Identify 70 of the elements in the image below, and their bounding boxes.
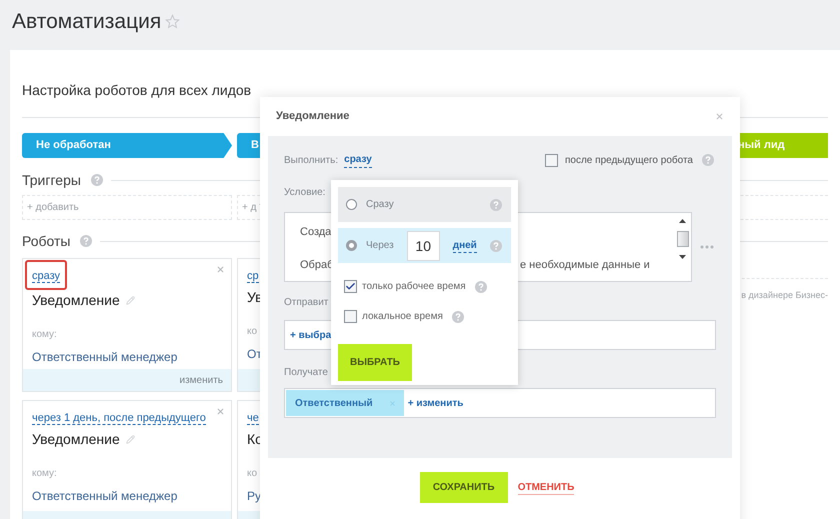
chip-label: Ответственный — [295, 396, 373, 410]
cancel-link[interactable]: ОТМЕНИТЬ — [518, 480, 574, 494]
panel-heading: Настройка роботов для всех лидов — [22, 81, 252, 100]
robot-title: Уведомление — [32, 291, 120, 310]
checkbox-label: после предыдущего робота — [565, 154, 693, 168]
robot-title: Уведомление — [32, 430, 120, 449]
help-icon[interactable] — [490, 198, 502, 210]
pencil-icon[interactable] — [126, 435, 135, 444]
help-icon[interactable] — [452, 310, 464, 322]
save-button[interactable]: СОХРАНИТЬ — [420, 472, 508, 503]
recipient-label: ко — [247, 467, 258, 481]
checkbox-label: локальное время — [362, 310, 443, 324]
help-icon[interactable] — [474, 280, 487, 292]
dialog-title: Уведомление — [276, 109, 350, 124]
page-title: Автоматизация — [12, 9, 162, 35]
down-arrow-icon[interactable] — [679, 255, 686, 259]
unit-link[interactable]: дней — [452, 238, 477, 252]
help-icon[interactable] — [490, 240, 502, 252]
field-label: Отправит — [284, 297, 330, 309]
more-icon[interactable] — [700, 245, 714, 249]
pencil-icon[interactable] — [126, 296, 135, 305]
field-label: Выполнить: — [284, 154, 338, 168]
delay-link[interactable]: сразу — [32, 270, 60, 283]
checkbox-label: только рабочее время — [362, 280, 466, 294]
amount-input[interactable]: 10 — [406, 230, 440, 260]
delay-link[interactable]: сразу — [344, 152, 372, 168]
recipient-label: кому: — [32, 467, 57, 481]
close-icon[interactable] — [216, 265, 225, 274]
section-title: Роботы — [22, 232, 70, 250]
delay-link[interactable]: ср — [247, 270, 259, 283]
close-icon[interactable] — [715, 112, 724, 121]
checkbox[interactable] — [545, 154, 558, 166]
radio-button[interactable] — [346, 199, 357, 210]
help-icon[interactable] — [90, 174, 103, 186]
check-icon — [345, 281, 356, 292]
recipient-name: Ру — [247, 488, 262, 505]
edit-link[interactable]: изменить — [179, 372, 223, 388]
option-label: Через — [366, 239, 394, 253]
recipient-label: ко — [247, 325, 258, 339]
delay-option[interactable]: Сразу — [338, 187, 511, 222]
change-link[interactable]: + изменить — [408, 396, 464, 410]
remove-icon[interactable] — [388, 400, 396, 406]
delay-link[interactable]: че — [247, 412, 259, 425]
star-icon[interactable] — [165, 14, 180, 29]
up-arrow-icon[interactable] — [679, 219, 686, 223]
recipient-field[interactable]: Ответственный + изменить — [284, 388, 716, 418]
delay-link[interactable]: через 1 день, после предыдущего — [32, 412, 206, 425]
recipient-name: От — [247, 346, 262, 363]
field-label: Получате — [284, 367, 329, 379]
recipient-label: кому: — [32, 328, 57, 342]
side-note: в дизайнере Бизнес- — [741, 288, 828, 302]
help-icon[interactable] — [80, 235, 92, 247]
choose-button[interactable]: ВЫБРАТЬ — [338, 344, 412, 381]
checkbox[interactable] — [344, 310, 357, 323]
recipient-chip[interactable]: Ответственный — [286, 390, 404, 416]
delay-option[interactable]: Через 10 дней — [338, 228, 511, 263]
help-icon[interactable] — [702, 154, 714, 166]
recipient-name: Ответственный менеджер — [32, 488, 178, 505]
section-title: Триггеры — [22, 170, 81, 190]
message-line: Созда — [300, 225, 332, 240]
close-icon[interactable] — [216, 407, 225, 416]
field-label: Условие: — [284, 187, 326, 199]
scroll-thumb[interactable] — [676, 231, 688, 247]
checkbox[interactable] — [344, 280, 357, 293]
recipient-name: Ответственный менеджер — [32, 349, 178, 366]
scrollbar[interactable] — [676, 219, 689, 259]
message-line: е необходимые данные и — [520, 258, 650, 272]
radio-button[interactable] — [346, 240, 357, 251]
select-link[interactable]: + выбра — [290, 328, 332, 342]
option-label: Сразу — [366, 198, 394, 212]
